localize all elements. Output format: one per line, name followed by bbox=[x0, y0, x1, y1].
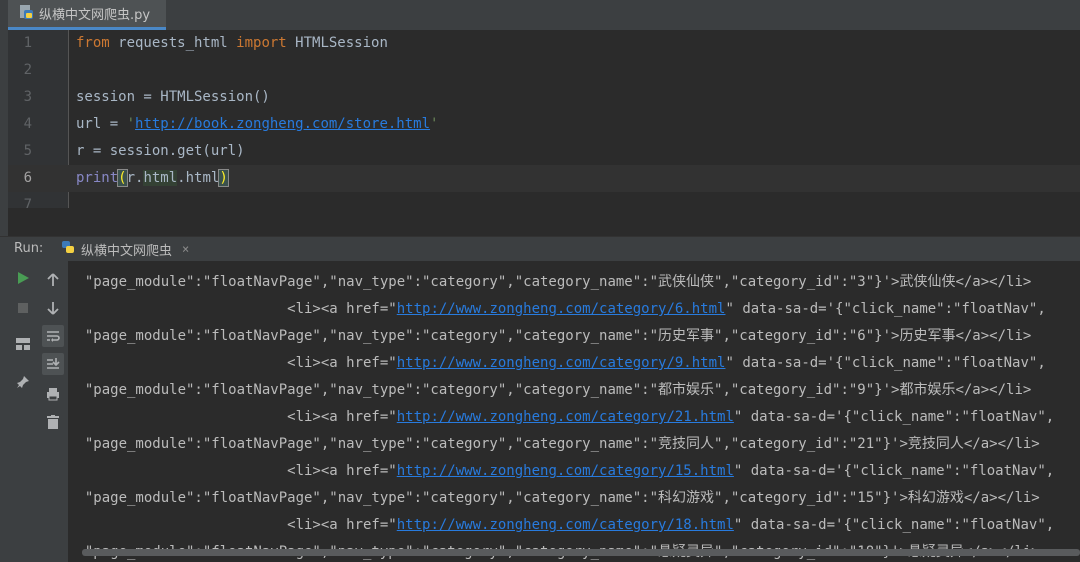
console-text: " data-sa-d='{"click_name":"floatNav", bbox=[725, 301, 1046, 317]
console-text: <li><a href=" bbox=[68, 409, 397, 425]
console-text: "page_module":"floatNavPage","nav_type":… bbox=[68, 382, 1032, 398]
console-text: <li><a href=" bbox=[68, 301, 397, 317]
code-url-link[interactable]: http://book.zongheng.com/store.html bbox=[135, 116, 430, 132]
code-text: url = bbox=[76, 116, 127, 132]
code-text: .html bbox=[177, 170, 220, 186]
console-line: <li><a href="http://www.zongheng.com/cat… bbox=[68, 296, 1046, 323]
console-text: <li><a href=" bbox=[68, 355, 397, 371]
trash-icon[interactable] bbox=[42, 411, 64, 433]
module-name: requests_html bbox=[109, 35, 237, 51]
console-line: <li><a href="http://www.zongheng.com/cat… bbox=[68, 404, 1054, 431]
line-number: 4 bbox=[23, 116, 32, 132]
print-icon[interactable] bbox=[42, 383, 64, 405]
console-line: "page_module":"floatNavPage","nav_type":… bbox=[68, 323, 1031, 350]
code-text: r. bbox=[126, 170, 144, 186]
code-line: 2 bbox=[8, 57, 1080, 84]
console-link[interactable]: http://www.zongheng.com/category/9.html bbox=[397, 355, 726, 371]
editor-tab[interactable]: 纵横中文网爬虫.py bbox=[8, 0, 166, 30]
line-number: 2 bbox=[23, 62, 32, 78]
console-line: "page_module":"floatNavPage","nav_type":… bbox=[68, 377, 1031, 404]
horizontal-scrollbar[interactable] bbox=[82, 549, 1080, 556]
keyword: import bbox=[236, 35, 287, 51]
console-line: <li><a href="http://www.zongheng.com/cat… bbox=[68, 458, 1054, 485]
run-tool-header: Run: 纵横中文网爬虫 × bbox=[0, 236, 1080, 261]
keyword: from bbox=[76, 35, 110, 51]
string-quote: ' bbox=[126, 116, 136, 132]
run-label: Run: bbox=[14, 241, 44, 256]
python-icon bbox=[60, 239, 76, 259]
editor-tab-label: 纵横中文网爬虫.py bbox=[39, 8, 151, 23]
console-line: "page_module":"floatNavPage","nav_type":… bbox=[68, 485, 1040, 512]
up-arrow-icon[interactable] bbox=[42, 269, 64, 291]
run-toolbar bbox=[8, 261, 68, 562]
console-text: " data-sa-d='{"click_name":"floatNav", bbox=[733, 409, 1055, 425]
code-line: 4 url = 'http://book.zongheng.com/store.… bbox=[8, 111, 1080, 138]
console-text: "page_module":"floatNavPage","nav_type":… bbox=[68, 490, 1040, 506]
matched-paren: ( bbox=[117, 169, 128, 187]
console-output[interactable]: "page_module":"floatNavPage","nav_type":… bbox=[68, 261, 1080, 562]
console-line: <li><a href="http://www.zongheng.com/cat… bbox=[68, 512, 1054, 539]
console-text: "page_module":"floatNavPage","nav_type":… bbox=[68, 436, 1040, 452]
layout-icon[interactable] bbox=[12, 333, 34, 355]
run-tab[interactable]: 纵横中文网爬虫 × bbox=[60, 237, 189, 261]
line-number: 5 bbox=[23, 143, 32, 159]
code-line: 5 r = session.get(url) bbox=[8, 138, 1080, 165]
soft-wrap-icon[interactable] bbox=[42, 325, 64, 347]
line-number: 7 bbox=[23, 197, 32, 208]
stop-icon[interactable] bbox=[12, 297, 34, 319]
close-icon[interactable]: × bbox=[182, 242, 189, 256]
console-text: "page_module":"floatNavPage","nav_type":… bbox=[68, 328, 1032, 344]
run-icon[interactable] bbox=[12, 267, 34, 289]
console-text: <li><a href=" bbox=[68, 517, 397, 533]
string-quote: ' bbox=[430, 116, 439, 132]
line-number: 1 bbox=[23, 35, 32, 51]
console-link[interactable]: http://www.zongheng.com/category/6.html bbox=[397, 301, 726, 317]
console-link[interactable]: http://www.zongheng.com/category/18.html bbox=[397, 517, 734, 533]
console-text: " data-sa-d='{"click_name":"floatNav", bbox=[725, 355, 1046, 371]
code-line: 3 session = HTMLSession() bbox=[8, 84, 1080, 111]
console-link[interactable]: http://www.zongheng.com/category/21.html bbox=[397, 409, 734, 425]
python-file-icon bbox=[18, 4, 34, 24]
console-text: <li><a href=" bbox=[68, 463, 397, 479]
left-tool-strip bbox=[0, 30, 8, 562]
console-line: "page_module":"floatNavPage","nav_type":… bbox=[68, 431, 1040, 458]
console-text: "page_module":"floatNavPage","nav_type":… bbox=[68, 274, 1032, 290]
console-text: " data-sa-d='{"click_name":"floatNav", bbox=[733, 517, 1055, 533]
console-link[interactable]: http://www.zongheng.com/category/15.html bbox=[397, 463, 734, 479]
console-text: " data-sa-d='{"click_name":"floatNav", bbox=[733, 463, 1055, 479]
line-number: 6 bbox=[23, 170, 32, 186]
console-line: <li><a href="http://www.zongheng.com/cat… bbox=[68, 350, 1046, 377]
line-number: 3 bbox=[23, 89, 32, 105]
code-text: session = HTMLSession() bbox=[76, 89, 270, 105]
code-line-current: 6 print(r.html.html) bbox=[8, 165, 1080, 192]
builtin-print: print bbox=[76, 170, 119, 186]
scroll-to-end-icon[interactable] bbox=[42, 353, 64, 375]
highlighted-identifier: html bbox=[143, 170, 178, 186]
import-name: HTMLSession bbox=[286, 35, 388, 51]
code-text: r = session.get(url) bbox=[76, 143, 245, 159]
down-arrow-icon[interactable] bbox=[42, 297, 64, 319]
code-editor[interactable]: 1 from requests_html import HTMLSession … bbox=[8, 30, 1080, 208]
run-tab-label: 纵横中文网爬虫 bbox=[81, 243, 173, 259]
editor-tab-bar: 纵横中文网爬虫.py bbox=[0, 0, 1080, 31]
code-line: 1 from requests_html import HTMLSession bbox=[8, 30, 1080, 57]
code-line: 7 bbox=[8, 192, 1080, 208]
console-line: "page_module":"floatNavPage","nav_type":… bbox=[68, 269, 1031, 296]
matched-paren: ) bbox=[218, 169, 229, 187]
pin-icon[interactable] bbox=[12, 371, 34, 393]
